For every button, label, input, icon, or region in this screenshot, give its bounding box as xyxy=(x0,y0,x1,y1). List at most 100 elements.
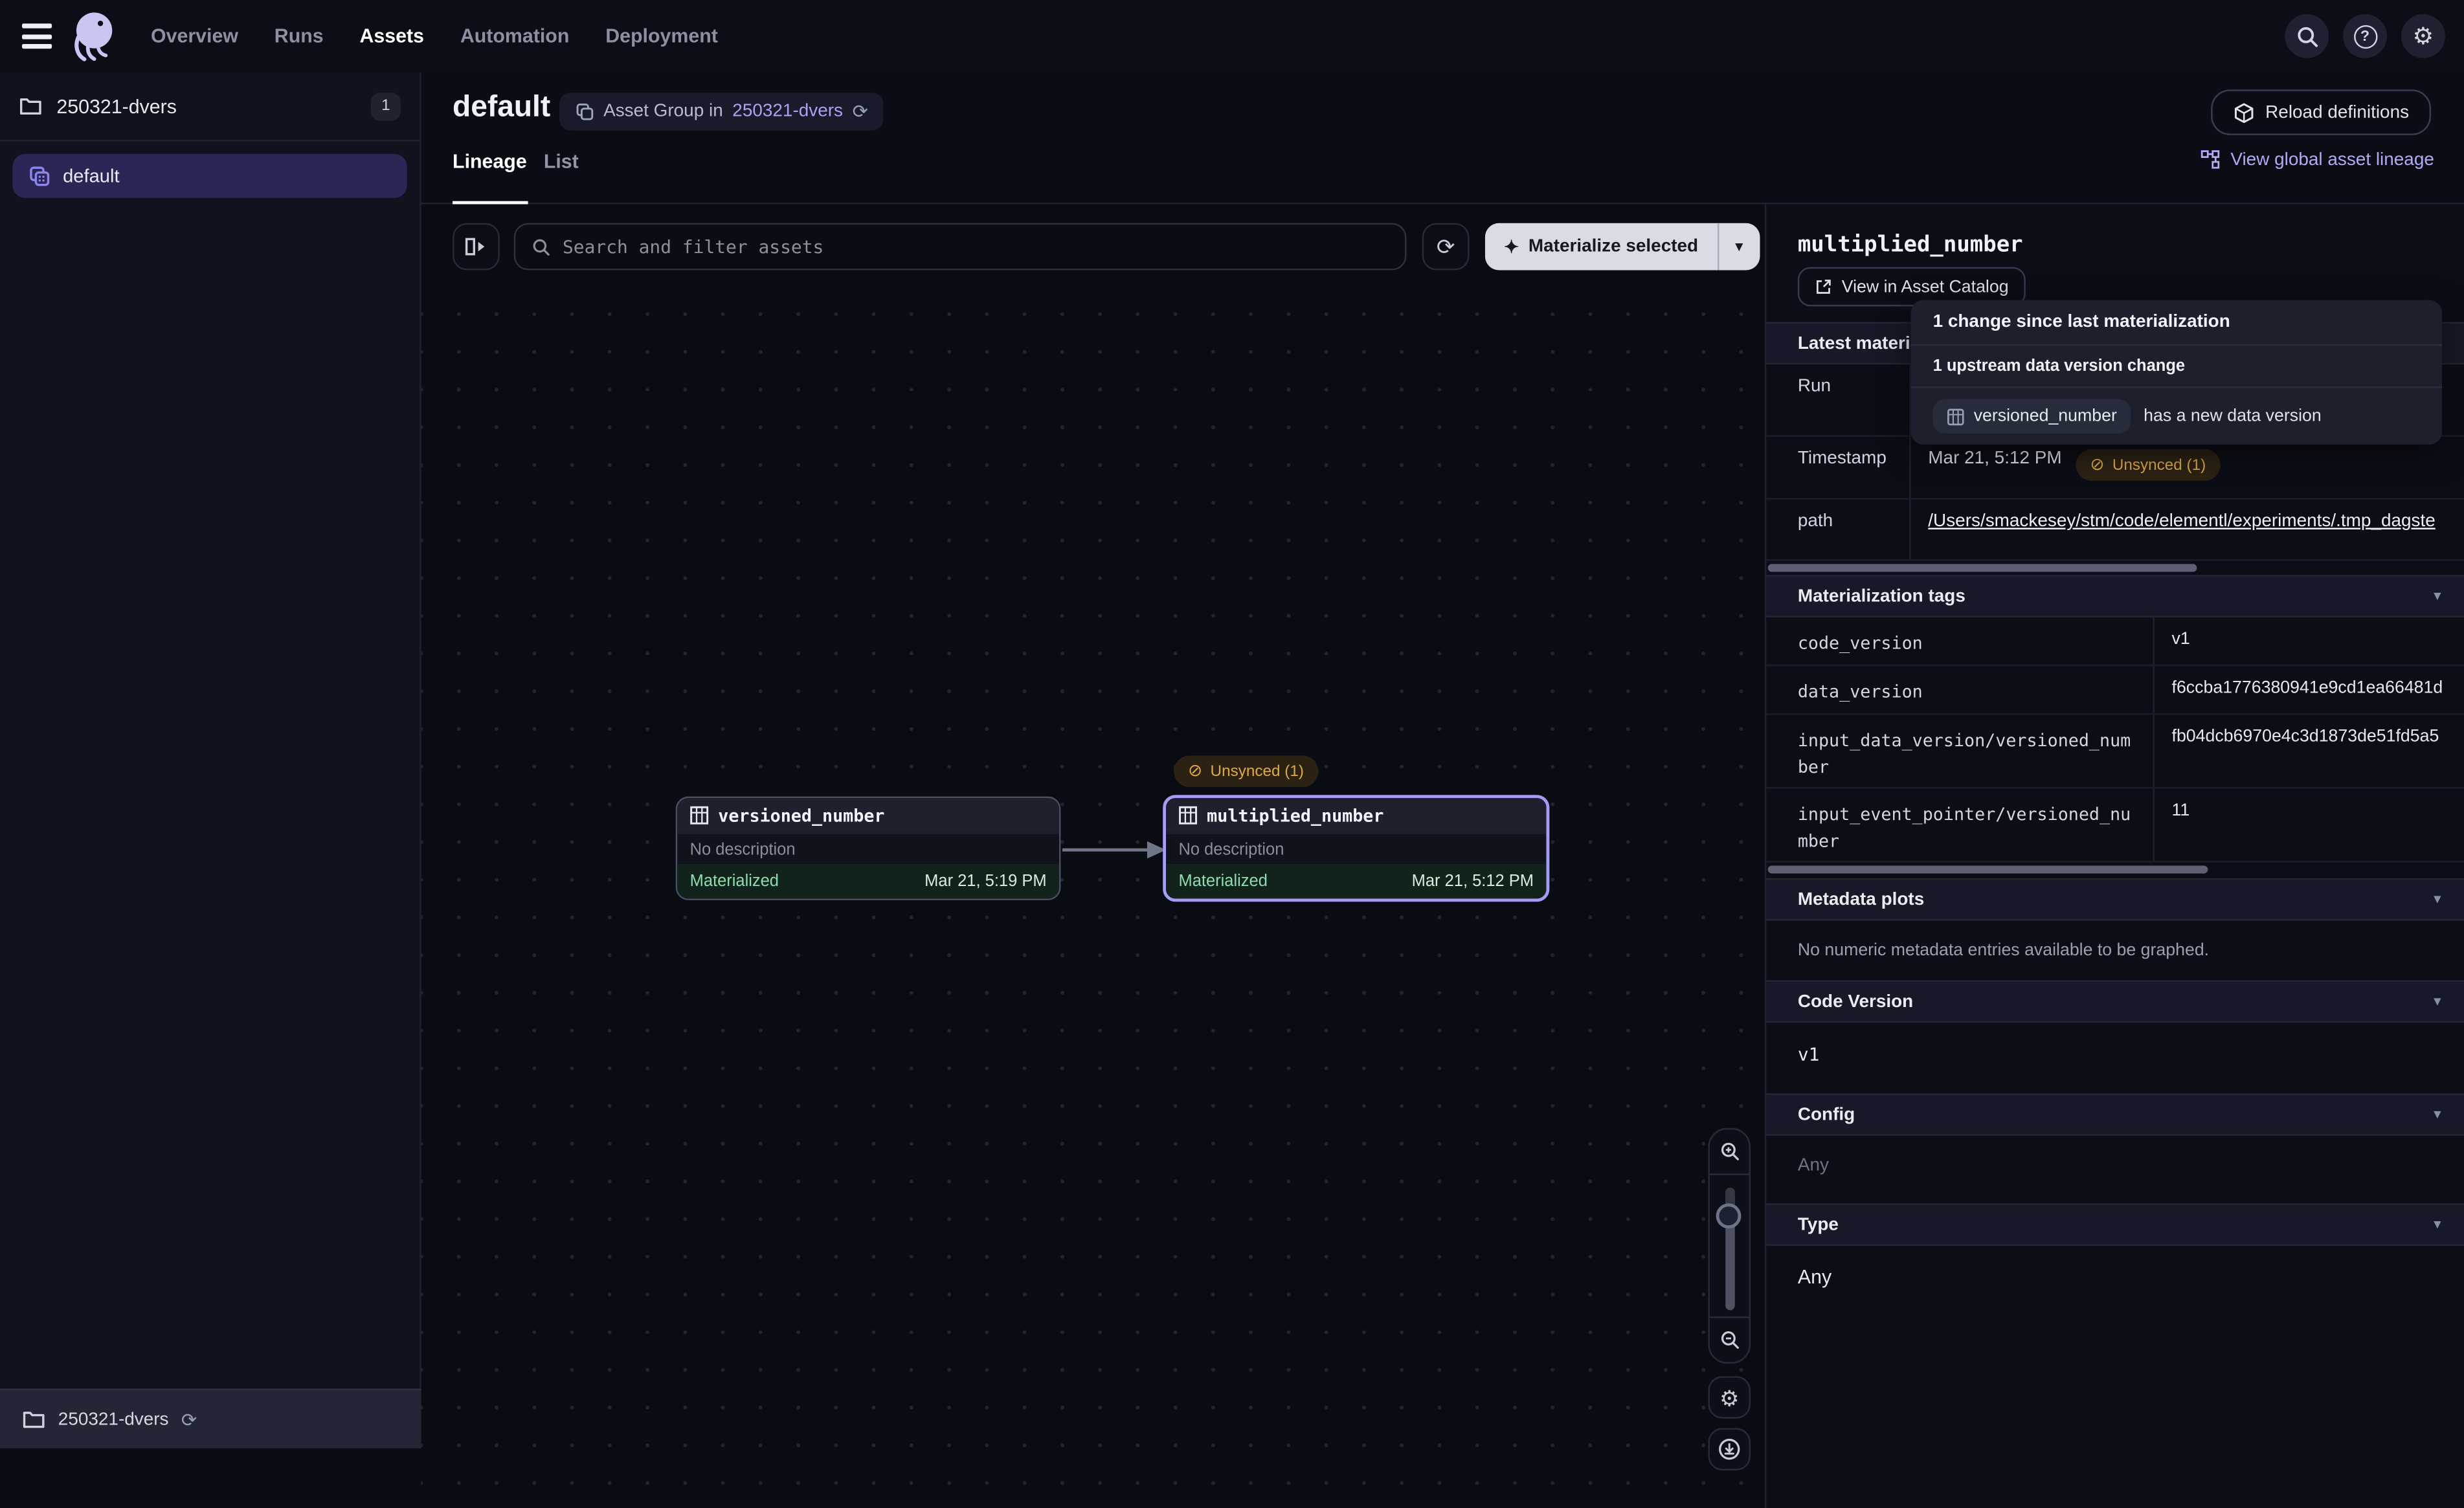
unsynced-badge-label: Unsynced (1) xyxy=(2112,456,2206,474)
nav-item-runs[interactable]: Runs xyxy=(274,25,324,47)
chevron-down-icon: ▼ xyxy=(2431,1107,2443,1122)
sync-icon[interactable]: ⟳ xyxy=(853,102,868,121)
folder-icon xyxy=(19,96,42,116)
tag-key: input_event_pointer/versioned_number xyxy=(1766,789,2155,861)
unsynced-badge[interactable]: ⊘ Unsynced (1) xyxy=(1174,756,1318,788)
asset-node-name: multiplied_number xyxy=(1207,805,1383,826)
tag-value: f6ccba1776380941e9cd1ea66481d xyxy=(2155,666,2464,713)
nav-item-overview[interactable]: Overview xyxy=(151,25,238,47)
section-materialization-tags[interactable]: Materialization tags ▼ xyxy=(1766,575,2464,617)
tag-key: data_version xyxy=(1766,666,2155,713)
popover-change-text: has a new data version xyxy=(2144,407,2322,426)
lineage-edge-arrow xyxy=(1062,839,1166,861)
asset-search xyxy=(514,223,1407,271)
nav-item-assets[interactable]: Assets xyxy=(359,25,424,47)
nav-item-automation[interactable]: Automation xyxy=(460,25,570,47)
tag-value: 11 xyxy=(2155,789,2464,861)
chevron-down-icon: ▼ xyxy=(2431,994,2443,1008)
section-code-version[interactable]: Code Version ▼ xyxy=(1766,981,2464,1023)
dagster-logo-icon[interactable] xyxy=(66,8,122,64)
asset-node-versioned-number[interactable]: versioned_number No description Material… xyxy=(676,797,1061,900)
lineage-canvas[interactable]: ⟳ ✦ Materialize selected ▾ ⊘ Unsynced (1… xyxy=(421,205,1765,1508)
timestamp-value-cell: Mar 21, 5:12 PM ⊘ Unsynced (1) xyxy=(1911,437,2464,498)
top-nav: Overview Runs Assets Automation Deployme… xyxy=(0,0,2464,72)
zoom-out-button[interactable] xyxy=(1708,1318,1751,1362)
sidebar-footer[interactable]: 250321-dvers ⟳ xyxy=(0,1389,421,1448)
lineage-graph-icon xyxy=(2201,150,2221,170)
refresh-graph-button[interactable]: ⟳ xyxy=(1422,223,1470,271)
nav-item-deployment[interactable]: Deployment xyxy=(605,25,718,47)
tab-list[interactable]: List xyxy=(544,151,579,173)
section-config[interactable]: Config ▼ xyxy=(1766,1093,2464,1136)
metadata-plots-empty-text: No numeric metadata entries available to… xyxy=(1766,920,2464,980)
asset-node-header: versioned_number xyxy=(677,798,1059,832)
asset-node-description: No description xyxy=(1166,832,1546,864)
tab-lineage[interactable]: Lineage xyxy=(453,151,527,173)
app-root: Overview Runs Assets Automation Deployme… xyxy=(0,0,2464,1508)
view-in-asset-catalog-label: View in Asset Catalog xyxy=(1842,277,2009,296)
expand-panel-button[interactable] xyxy=(453,223,500,271)
unsynced-icon: ⊘ xyxy=(2090,456,2104,474)
tag-key: code_version xyxy=(1766,617,2155,665)
asset-group-icon xyxy=(28,165,50,187)
unsynced-icon: ⊘ xyxy=(1188,762,1202,780)
zoom-out-icon xyxy=(1718,1329,1740,1351)
zoom-controls xyxy=(1708,1128,1751,1364)
materialize-selected-button[interactable]: ✦ Materialize selected xyxy=(1485,223,1717,271)
sidebar-item-label: default xyxy=(63,165,119,187)
primary-nav: Overview Runs Assets Automation Deployme… xyxy=(151,0,718,72)
horizontal-scrollbar-thumb[interactable] xyxy=(1768,564,2197,571)
search-button[interactable] xyxy=(2285,14,2329,58)
materialize-options-button[interactable]: ▾ xyxy=(1717,223,1760,271)
zoom-slider-knob[interactable] xyxy=(1716,1203,1742,1228)
chevron-down-icon: ▼ xyxy=(2431,589,2443,603)
section-type[interactable]: Type ▼ xyxy=(1766,1203,2464,1246)
search-input[interactable] xyxy=(563,236,1389,258)
download-graph-button[interactable] xyxy=(1708,1428,1751,1470)
asset-node-footer: Materialized Mar 21, 5:12 PM xyxy=(1166,864,1546,898)
code-version-value: v1 xyxy=(1766,1023,2464,1093)
section-heading: Metadata plots xyxy=(1798,890,1924,909)
view-global-asset-lineage-link[interactable]: View global asset lineage xyxy=(2201,150,2434,170)
reload-definitions-button[interactable]: Reload definitions xyxy=(2210,89,2431,135)
reload-definitions-label: Reload definitions xyxy=(2265,103,2409,122)
section-metadata-plots[interactable]: Metadata plots ▼ xyxy=(1766,878,2464,921)
popover-title: 1 change since last materialization xyxy=(1911,300,2442,346)
changes-popover: 1 change since last materialization 1 up… xyxy=(1911,300,2442,445)
horizontal-scrollbar-thumb[interactable] xyxy=(1768,865,2208,873)
type-value: Any xyxy=(1766,1246,2464,1309)
panel-toggle-icon xyxy=(464,236,489,258)
tag-value: v1 xyxy=(2155,617,2464,665)
unsynced-badge-label: Unsynced (1) xyxy=(1211,762,1304,780)
external-link-icon xyxy=(1815,278,1833,296)
sidebar-footer-label: 250321-dvers xyxy=(58,1410,169,1429)
asset-node-multiplied-number[interactable]: multiplied_number No description Materia… xyxy=(1163,795,1549,902)
help-icon: ? xyxy=(2353,25,2377,48)
hamburger-menu-icon[interactable] xyxy=(22,23,52,49)
materialize-selected-split-button: ✦ Materialize selected ▾ xyxy=(1485,223,1760,271)
path-link[interactable]: /Users/smackesey/stm/code/elementl/exper… xyxy=(1928,512,2435,531)
popover-subtitle: 1 upstream data version change xyxy=(1911,346,2442,388)
run-key: Run xyxy=(1766,364,1910,435)
canvas-dot-grid xyxy=(421,280,1765,1508)
sync-icon[interactable]: ⟳ xyxy=(181,1410,197,1429)
gear-icon: ⚙ xyxy=(2413,25,2434,48)
settings-button[interactable]: ⚙ xyxy=(2401,14,2445,58)
asset-group-badge: Asset Group in 250321-dvers ⟳ xyxy=(559,93,884,130)
sidebar-group-row[interactable]: 250321-dvers 1 xyxy=(0,72,420,142)
sidebar-item-default[interactable]: default xyxy=(12,154,407,198)
asset-chip-versioned-number[interactable]: versioned_number xyxy=(1933,399,2131,434)
zoom-slider[interactable] xyxy=(1708,1175,1751,1316)
unsynced-badge[interactable]: ⊘ Unsynced (1) xyxy=(2076,449,2221,481)
asset-group-badge-link[interactable]: 250321-dvers xyxy=(732,102,843,121)
zoom-in-button[interactable] xyxy=(1708,1129,1751,1173)
chevron-down-icon: ▼ xyxy=(2431,1217,2443,1232)
tag-row: data_version f6ccba1776380941e9cd1ea6648… xyxy=(1766,666,2464,715)
config-value: Any xyxy=(1766,1136,2464,1203)
gear-icon: ⚙ xyxy=(1719,1386,1739,1408)
sidebar: 250321-dvers 1 default 250321-dvers ⟳ xyxy=(0,72,421,1448)
help-button[interactable]: ? xyxy=(2343,14,2387,58)
graph-settings-button[interactable]: ⚙ xyxy=(1708,1376,1751,1419)
section-heading: Type xyxy=(1798,1215,1839,1234)
search-icon xyxy=(2295,25,2318,48)
